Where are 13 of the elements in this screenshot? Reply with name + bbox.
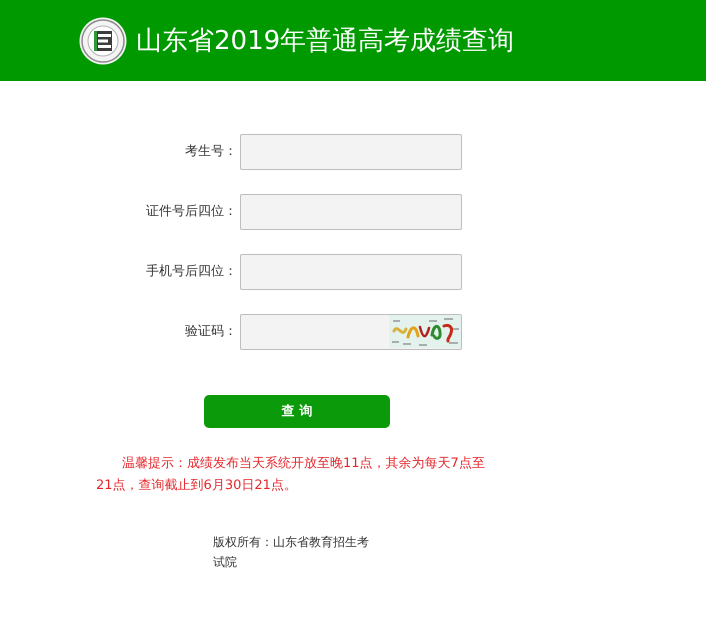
copyright-text: 版权所有：山东省教育招生考试院: [213, 534, 370, 571]
query-button[interactable]: 查询: [204, 395, 390, 428]
field-label: 验证码：: [184, 323, 238, 341]
input-field[interactable]: [240, 134, 462, 170]
captcha-drawing: [389, 315, 461, 348]
emblem-icon: [79, 16, 127, 64]
input-field[interactable]: [240, 194, 462, 230]
input-field[interactable]: [240, 254, 462, 290]
notice-text: 温馨提示：成绩发布当天系统开放至晚11点，其余为每天7点至21点，查询截止到6月30日21点。: [96, 455, 486, 495]
page-title: 山东省2019年普通高考成绩查询: [136, 24, 514, 58]
field-label: 手机号后四位：: [145, 263, 238, 281]
field-label: 证件号后四位：: [145, 203, 238, 221]
field-label: 考生号：: [184, 143, 238, 161]
